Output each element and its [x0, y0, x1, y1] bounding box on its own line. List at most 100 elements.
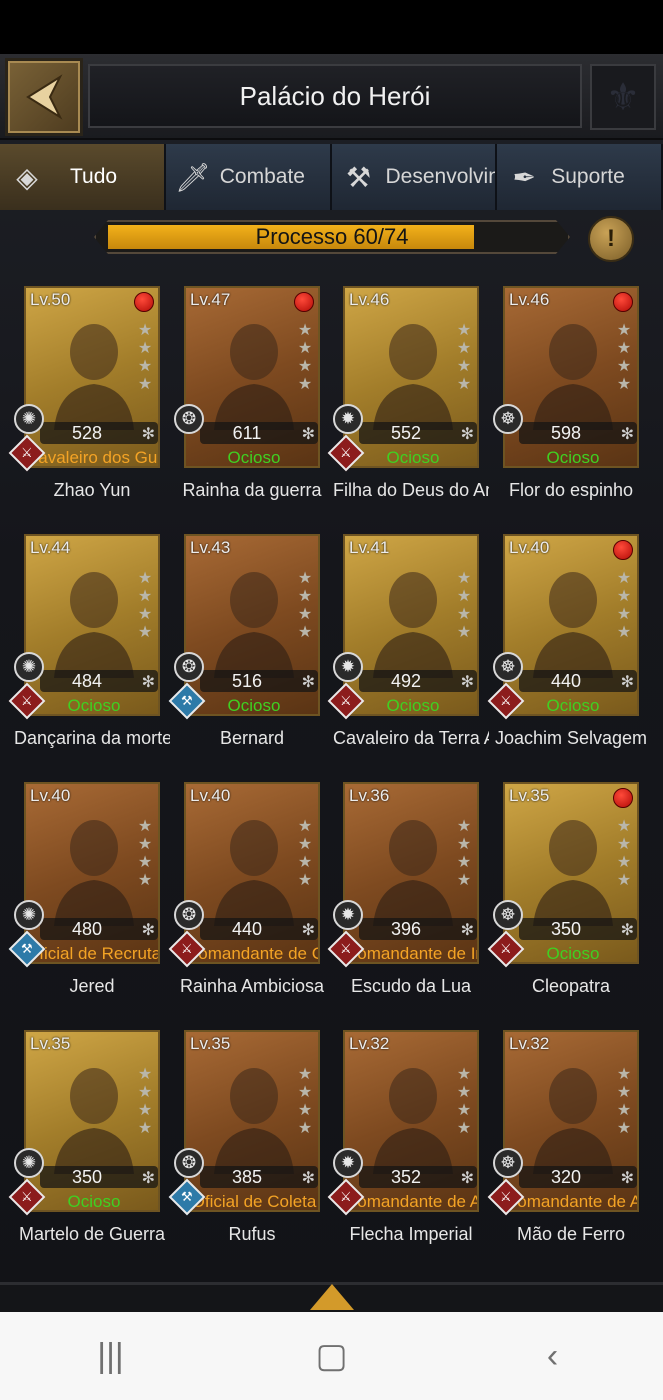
star-icon: ★	[297, 1102, 313, 1119]
hero-card[interactable]: Lv.35 ★ ★ ★ ★ 385 ✻ Oficial de Coleta ❂ ⚒ Rufus	[160, 1026, 320, 1266]
home-button[interactable]: ▢	[302, 1326, 362, 1386]
hero-name: Bernard	[219, 728, 285, 748]
star-icon: ★	[137, 624, 153, 641]
power-bar: 352 ✻	[359, 1166, 477, 1188]
hero-power: 480	[71, 918, 103, 939]
star-icon: ★	[616, 624, 632, 641]
home-icon: ▢	[315, 1337, 348, 1375]
star-icon: ★	[456, 570, 472, 587]
hero-name: Zhao Yun	[53, 480, 131, 500]
hero-card[interactable]: Lv.41 ★ ★ ★ ★ 492 ✻ Ocioso ✹ ⚔ Cavaleiro da Terra …	[319, 530, 489, 770]
star-icon: ★	[137, 322, 153, 339]
hero-portrait-frame: Lv.50★★★★528✻Cavaleiro dos Guardiões	[24, 286, 160, 468]
star-icon: ★	[616, 854, 632, 871]
hero-power: 528	[71, 422, 103, 443]
power-bar: 385 ✻	[200, 1166, 318, 1188]
power-bar: 552 ✻	[359, 422, 477, 444]
gear-icon: ✻	[301, 922, 315, 939]
star-icon: ★	[456, 872, 472, 889]
hero-portrait	[54, 572, 134, 678]
info-button[interactable]: !	[588, 216, 634, 262]
star-icon: ★	[297, 872, 313, 889]
star-icon: ★	[456, 376, 472, 393]
hero-power: 440	[550, 670, 582, 691]
tab-support[interactable]: ✒ Suporte	[497, 144, 663, 210]
recent-apps-button[interactable]: |||	[81, 1326, 141, 1386]
star-icon: ★	[616, 588, 632, 605]
star-icon: ★	[137, 570, 153, 587]
status-bar	[0, 0, 663, 54]
hero-portrait	[54, 820, 134, 926]
hero-card[interactable]: Lv.50★★★★528✻Cavaleiro dos Guardiões✺⚔Zh…	[0, 282, 160, 522]
hero-name: Cavaleiro da Terra Abandonada	[333, 728, 489, 748]
tab-combat[interactable]: 🗡 Combate	[165, 144, 332, 210]
hero-level: Lv.44	[30, 538, 71, 557]
gear-icon: ✻	[460, 922, 474, 939]
hero-status: Oficial de Recrutamento	[26, 944, 158, 963]
hero-portrait	[214, 324, 294, 430]
hero-level: Lv.50	[30, 290, 71, 309]
exclamation-icon: !	[607, 225, 615, 252]
header: Palácio do Herói ⚜	[0, 54, 663, 140]
hero-card[interactable]: Lv.32★★★★352✻Comandante de Arqueiros✹⚔Fl…	[319, 1026, 479, 1266]
hero-status: Ocioso	[67, 696, 121, 715]
hero-class-icon: ✺	[14, 404, 44, 434]
scroll-up-arrow-icon[interactable]	[310, 1284, 354, 1310]
hero-level: Lv.46	[349, 290, 390, 309]
star-icon: ★	[137, 376, 153, 393]
hero-card[interactable]: Lv.36★★★★396✻Comandante de Infantaria✹⚔E…	[319, 778, 479, 1018]
star-icon: ★	[297, 854, 313, 871]
star-icon: ★	[616, 340, 632, 357]
star-icon: ★	[456, 624, 472, 641]
hero-portrait	[373, 572, 453, 678]
hero-card[interactable]: Lv.40 ★ ★ ★ ★ 440 ✻ Ocioso ☸ ⚔ Joachim Selvagem	[479, 530, 647, 770]
hero-class-icon: ✹	[333, 652, 363, 682]
star-icon: ★	[456, 358, 472, 375]
hero-card[interactable]: Lv.35 ★ ★ ★ ★ 350 ✻ Ocioso ☸ ⚔ Cleopatra	[479, 778, 639, 1018]
star-rating: ★ ★ ★ ★	[455, 322, 473, 394]
star-rating: ★ ★ ★ ★	[136, 1066, 154, 1138]
power-bar: 492 ✻	[359, 670, 477, 692]
gear-icon: ✻	[460, 1170, 474, 1187]
hero-status: Ocioso	[386, 448, 440, 467]
collection-progress: Processo 60/74 !	[0, 214, 663, 264]
tab-all[interactable]: ◈ Tudo	[0, 144, 166, 210]
star-rating: ★ ★ ★ ★	[455, 1066, 473, 1138]
hero-class-icon: ☸	[493, 900, 523, 930]
back-nav-button[interactable]: ‹	[523, 1326, 583, 1386]
hero-portrait	[214, 572, 294, 678]
fleur-emblem: ⚜	[590, 64, 656, 130]
hero-card[interactable]: Lv.40★★★★440✻Comandante de Cavalaria❂⚔Ra…	[160, 778, 324, 1018]
hero-status: Comandante de Cavalaria	[186, 944, 318, 963]
tab-development[interactable]: ⚒ Desenvolvimento	[331, 144, 498, 210]
back-button[interactable]	[5, 58, 83, 136]
hero-power: 440	[231, 918, 263, 939]
progress-label: Processo 60/74	[255, 224, 409, 249]
hero-name: Jered	[69, 976, 115, 996]
hero-class-icon: ✺	[14, 1148, 44, 1178]
hero-name: Mão de Ferro	[516, 1224, 626, 1244]
hero-card[interactable]: Lv.46★★★★552✻Ocioso✹⚔Filha do Deus do Am…	[319, 282, 489, 522]
star-icon: ★	[137, 340, 153, 357]
star-icon: ★	[616, 1102, 632, 1119]
power-bar: 440 ✻	[519, 670, 637, 692]
hero-name: Rainha Ambiciosa	[179, 976, 325, 996]
star-icon: ★	[137, 1084, 153, 1101]
hero-portrait	[54, 1068, 134, 1174]
hero-card[interactable]: Lv.35 ★ ★ ★ ★ 350 ✻ Ocioso ✺ ⚔ Martelo de Guerra	[0, 1026, 165, 1266]
star-rating: ★ ★ ★ ★	[296, 818, 314, 890]
star-rating: ★ ★ ★ ★	[615, 570, 633, 642]
tab-bar: ◈ Tudo 🗡 Combate ⚒ Desenvolvimento ✒ Sup…	[0, 144, 663, 210]
hero-card[interactable]: Lv.40★★★★480✻Oficial de Recrutamento✺⚒Je…	[0, 778, 160, 1018]
hero-status: Ocioso	[227, 696, 281, 715]
hero-level: Lv.40	[190, 786, 231, 805]
star-icon: ★	[137, 1120, 153, 1137]
hero-card[interactable]: Lv.32★★★★320✻Comandante de Arma de Cerco…	[479, 1026, 639, 1266]
hero-power: 516	[231, 670, 263, 691]
hero-card[interactable]: Lv.46 ★ ★ ★ ★ 598 ✻ Ocioso ☸ Flor do espinho	[479, 282, 639, 522]
hero-card[interactable]: Lv.44 ★ ★ ★ ★ 484 ✻ Ocioso ✺ ⚔ Dançarina da morte	[0, 530, 170, 770]
hero-card[interactable]: Lv.47 ★ ★ ★ ★ 611 ✻ Ocioso ❂ Rainha da guerra	[160, 282, 322, 522]
gear-icon: ✻	[620, 922, 634, 939]
hero-level: Lv.36	[349, 786, 390, 805]
hero-card[interactable]: Lv.43 ★ ★ ★ ★ 516 ✻ Ocioso ❂ ⚒ Bernard	[160, 530, 320, 770]
